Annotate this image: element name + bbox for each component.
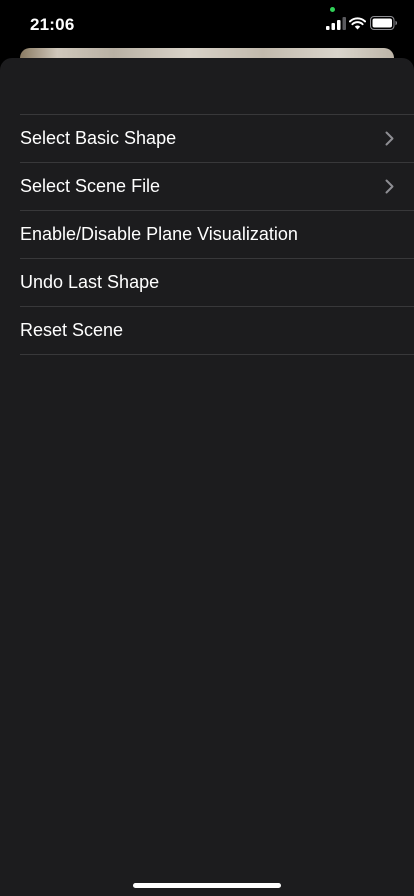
- action-sheet: Select Basic Shape Select Scene File Ena…: [0, 58, 414, 896]
- status-time: 21:06: [30, 15, 75, 34]
- menu-list: Select Basic Shape Select Scene File Ena…: [20, 114, 414, 355]
- menu-item-select-scene-file[interactable]: Select Scene File: [20, 162, 414, 210]
- menu-item-label: Enable/Disable Plane Visualization: [20, 224, 298, 244]
- battery-icon: [370, 16, 397, 30]
- wifi-icon: [349, 17, 366, 30]
- menu-item-toggle-plane-visualization[interactable]: Enable/Disable Plane Visualization: [20, 210, 414, 258]
- menu-item-label: Undo Last Shape: [20, 272, 160, 292]
- menu-item-reset-scene[interactable]: Reset Scene: [20, 306, 414, 355]
- home-indicator[interactable]: [133, 883, 281, 888]
- signal-icon: [326, 17, 346, 30]
- menu-item-label: Select Basic Shape: [20, 128, 177, 148]
- status-bar: 21:06: [0, 0, 414, 50]
- menu-item-label: Select Scene File: [20, 176, 161, 196]
- chevron-right-icon: [385, 131, 394, 146]
- menu-item-undo-last-shape[interactable]: Undo Last Shape: [20, 258, 414, 306]
- menu-item-select-basic-shape[interactable]: Select Basic Shape: [20, 114, 414, 162]
- camera-in-use-indicator: [330, 7, 335, 12]
- chevron-right-icon: [385, 179, 394, 194]
- menu-item-label: Reset Scene: [20, 320, 124, 340]
